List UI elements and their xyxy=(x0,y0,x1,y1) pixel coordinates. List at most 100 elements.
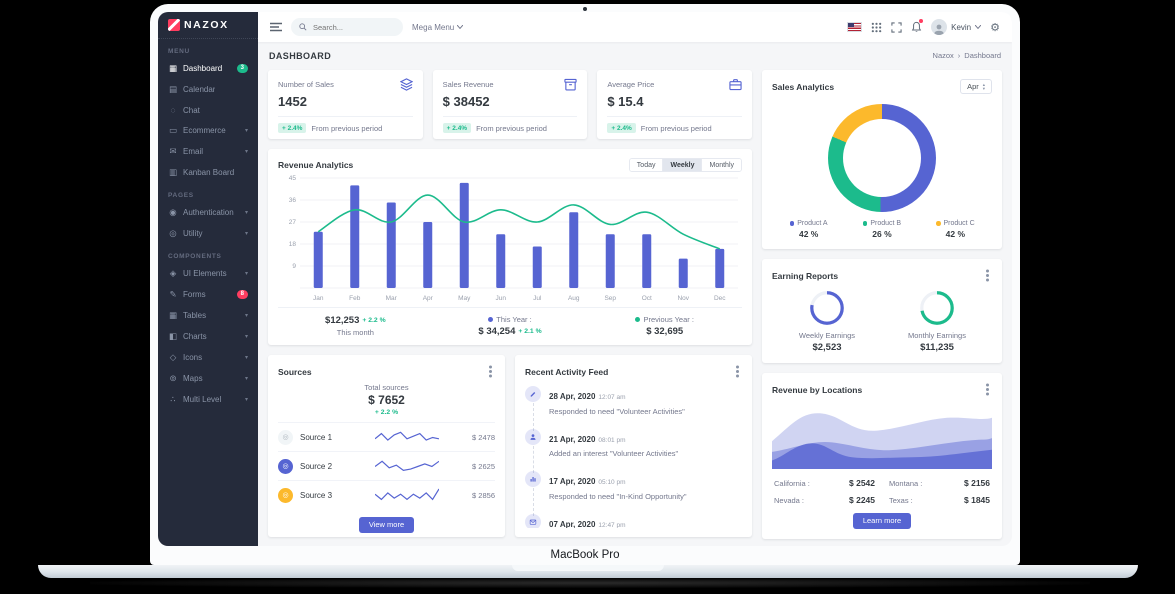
sidebar-item-kanban-board[interactable]: ▥Kanban Board xyxy=(158,162,258,183)
location-label: California : xyxy=(774,479,810,488)
kebab-menu-icon[interactable] xyxy=(986,388,989,391)
fullscreen-icon[interactable] xyxy=(891,22,902,33)
search-box xyxy=(291,18,403,36)
multi-level-icon: ∴ xyxy=(168,394,178,405)
stat-card-value: $ 38452 xyxy=(443,94,578,109)
learn-more-button[interactable]: Learn more xyxy=(853,513,911,529)
sidebar-item-label: Maps xyxy=(183,374,203,383)
sidebar-item-icons[interactable]: ◇Icons▾ xyxy=(158,347,258,368)
sidebar-item-charts[interactable]: ◧Charts▾ xyxy=(158,326,258,347)
user-menu[interactable]: Kevin xyxy=(931,19,981,35)
activity-body: 28 Apr, 202012:07 amResponded to need "V… xyxy=(549,386,685,416)
activity-date-row: 17 Apr, 202005:10 pm xyxy=(549,471,687,489)
sales-legend: Product A42 %Product B26 %Product C42 % xyxy=(772,220,992,239)
breadcrumb-root[interactable]: Nazox xyxy=(933,51,954,60)
svg-text:18: 18 xyxy=(289,241,297,248)
sidebar-item-chat[interactable]: ◌Chat xyxy=(158,100,258,120)
sidebar-item-badge: 3 xyxy=(237,64,248,73)
this-year-label: This Year : xyxy=(496,315,531,324)
sidebar-item-ui-elements[interactable]: ◈UI Elements▾ xyxy=(158,263,258,284)
sidebar-item-calendar[interactable]: ▤Calendar xyxy=(158,79,258,100)
notification-dot xyxy=(919,19,923,23)
stat-change-badge: + 2.4% xyxy=(607,123,635,133)
svg-text:Feb: Feb xyxy=(349,295,361,302)
charts-icon: ◧ xyxy=(168,331,178,342)
activity-time: 12:07 am xyxy=(598,394,625,401)
stat-change-badge: + 2.4% xyxy=(278,123,306,133)
stat-card-value: 1452 xyxy=(278,94,413,109)
revenue-chart-svg: 453627189JanFebMarAprMayJunJulAugSepOctN… xyxy=(278,172,742,304)
source-row-source-3[interactable]: ◎Source 3$ 2856 xyxy=(278,480,495,509)
sidebar-item-email[interactable]: ✉Email▾ xyxy=(158,141,258,162)
stat-caption: From previous period xyxy=(476,124,547,133)
card-title: Revenue by Locations xyxy=(772,385,862,395)
kebab-menu-icon[interactable] xyxy=(986,274,989,277)
stat-change-badge: + 2.4% xyxy=(443,123,471,133)
activity-date: 07 Apr, 2020 xyxy=(549,520,595,529)
activity-body: 07 Apr, 202012:47 pmCreated need "Volunt… xyxy=(549,514,665,529)
stat-card-number-of-sales: Number of Sales1452+ 2.4%From previous p… xyxy=(268,70,423,139)
logo[interactable]: NAZOX xyxy=(158,12,258,39)
svg-text:Jun: Jun xyxy=(496,295,507,302)
location-stat-california-: California :$ 2542 xyxy=(774,478,875,488)
this-year-value: $ 34,254 xyxy=(478,326,515,337)
source-value: $ 2625 xyxy=(472,462,495,471)
sidebar-item-utility[interactable]: ◎Utility▾ xyxy=(158,223,258,244)
dashboard-icon: ▦ xyxy=(168,63,178,74)
source-icon: ◎ xyxy=(278,430,293,445)
sidebar-item-ecommerce[interactable]: ▭Ecommerce▾ xyxy=(158,120,258,141)
location-label: Texas : xyxy=(889,496,913,505)
briefcase-icon xyxy=(729,78,742,91)
auth-icon: ◉ xyxy=(168,207,178,218)
sidebar-item-forms[interactable]: ✎Forms8 xyxy=(158,284,258,305)
source-name: Source 2 xyxy=(300,462,342,471)
sidebar-item-authentication[interactable]: ◉Authentication▾ xyxy=(158,202,258,223)
source-row-source-1[interactable]: ◎Source 1$ 2478 xyxy=(278,422,495,451)
earning-row: Weekly Earnings$2,523Monthly Earnings$11… xyxy=(772,289,992,353)
search-input[interactable] xyxy=(311,22,389,33)
sidebar-item-label: Chat xyxy=(183,106,200,115)
mega-menu-button[interactable]: Mega Menu xyxy=(412,23,463,32)
timeline-connector xyxy=(533,403,534,431)
legend-name: Product C xyxy=(944,220,975,227)
page-header: DASHBOARD Nazox › Dashboard xyxy=(258,42,1012,69)
sidebar-item-tables[interactable]: ▦Tables▾ xyxy=(158,305,258,326)
macbook-notch xyxy=(512,565,664,571)
activity-time: 12:47 pm xyxy=(598,522,625,529)
activity-date: 17 Apr, 2020 xyxy=(549,477,595,486)
range-button-weekly[interactable]: Weekly xyxy=(662,159,701,171)
breadcrumb-current: Dashboard xyxy=(964,51,1001,60)
svg-text:9: 9 xyxy=(292,263,296,270)
kebab-menu-icon[interactable] xyxy=(489,370,492,373)
sidebar-item-dashboard[interactable]: ▦Dashboard3 xyxy=(158,58,258,79)
total-sources-change: + 2.2 % xyxy=(278,409,495,416)
svg-text:Nov: Nov xyxy=(677,295,689,302)
chevron-down-icon xyxy=(457,25,463,29)
stat-card-average-price: Average Price$ 15.4+ 2.4%From previous p… xyxy=(597,70,752,139)
notifications-bell-icon[interactable] xyxy=(911,21,922,33)
tables-icon: ▦ xyxy=(168,310,178,321)
source-value: $ 2856 xyxy=(472,491,495,500)
sidebar-item-multi-level[interactable]: ∴Multi Level▾ xyxy=(158,389,258,410)
stat-caption: From previous period xyxy=(311,124,382,133)
legend-pct: 42 % xyxy=(772,229,845,239)
svg-text:Sep: Sep xyxy=(604,295,616,302)
view-more-button[interactable]: View more xyxy=(359,517,414,533)
language-flag-icon[interactable] xyxy=(847,22,862,32)
sidebar-item-maps[interactable]: ⊚Maps▾ xyxy=(158,368,258,389)
sidebar-item-label: UI Elements xyxy=(183,269,227,278)
kebab-menu-icon[interactable] xyxy=(736,370,739,373)
month-select[interactable]: Apr ▴▾ xyxy=(960,79,992,94)
chevron-down-icon: ▾ xyxy=(245,148,248,155)
svg-text:27: 27 xyxy=(289,219,297,226)
chevron-down-icon: ▾ xyxy=(245,354,248,361)
month-value: $12,253 xyxy=(325,315,359,326)
range-button-today[interactable]: Today xyxy=(630,159,663,171)
apps-grid-icon[interactable] xyxy=(871,22,882,33)
settings-gear-icon[interactable]: ⚙ xyxy=(990,21,1000,34)
hamburger-menu-icon[interactable] xyxy=(270,22,282,32)
source-sparkline xyxy=(349,486,465,504)
range-button-monthly[interactable]: Monthly xyxy=(701,159,741,171)
source-row-source-2[interactable]: ◎Source 2$ 2625 xyxy=(278,451,495,480)
locations-area-chart xyxy=(772,405,992,469)
